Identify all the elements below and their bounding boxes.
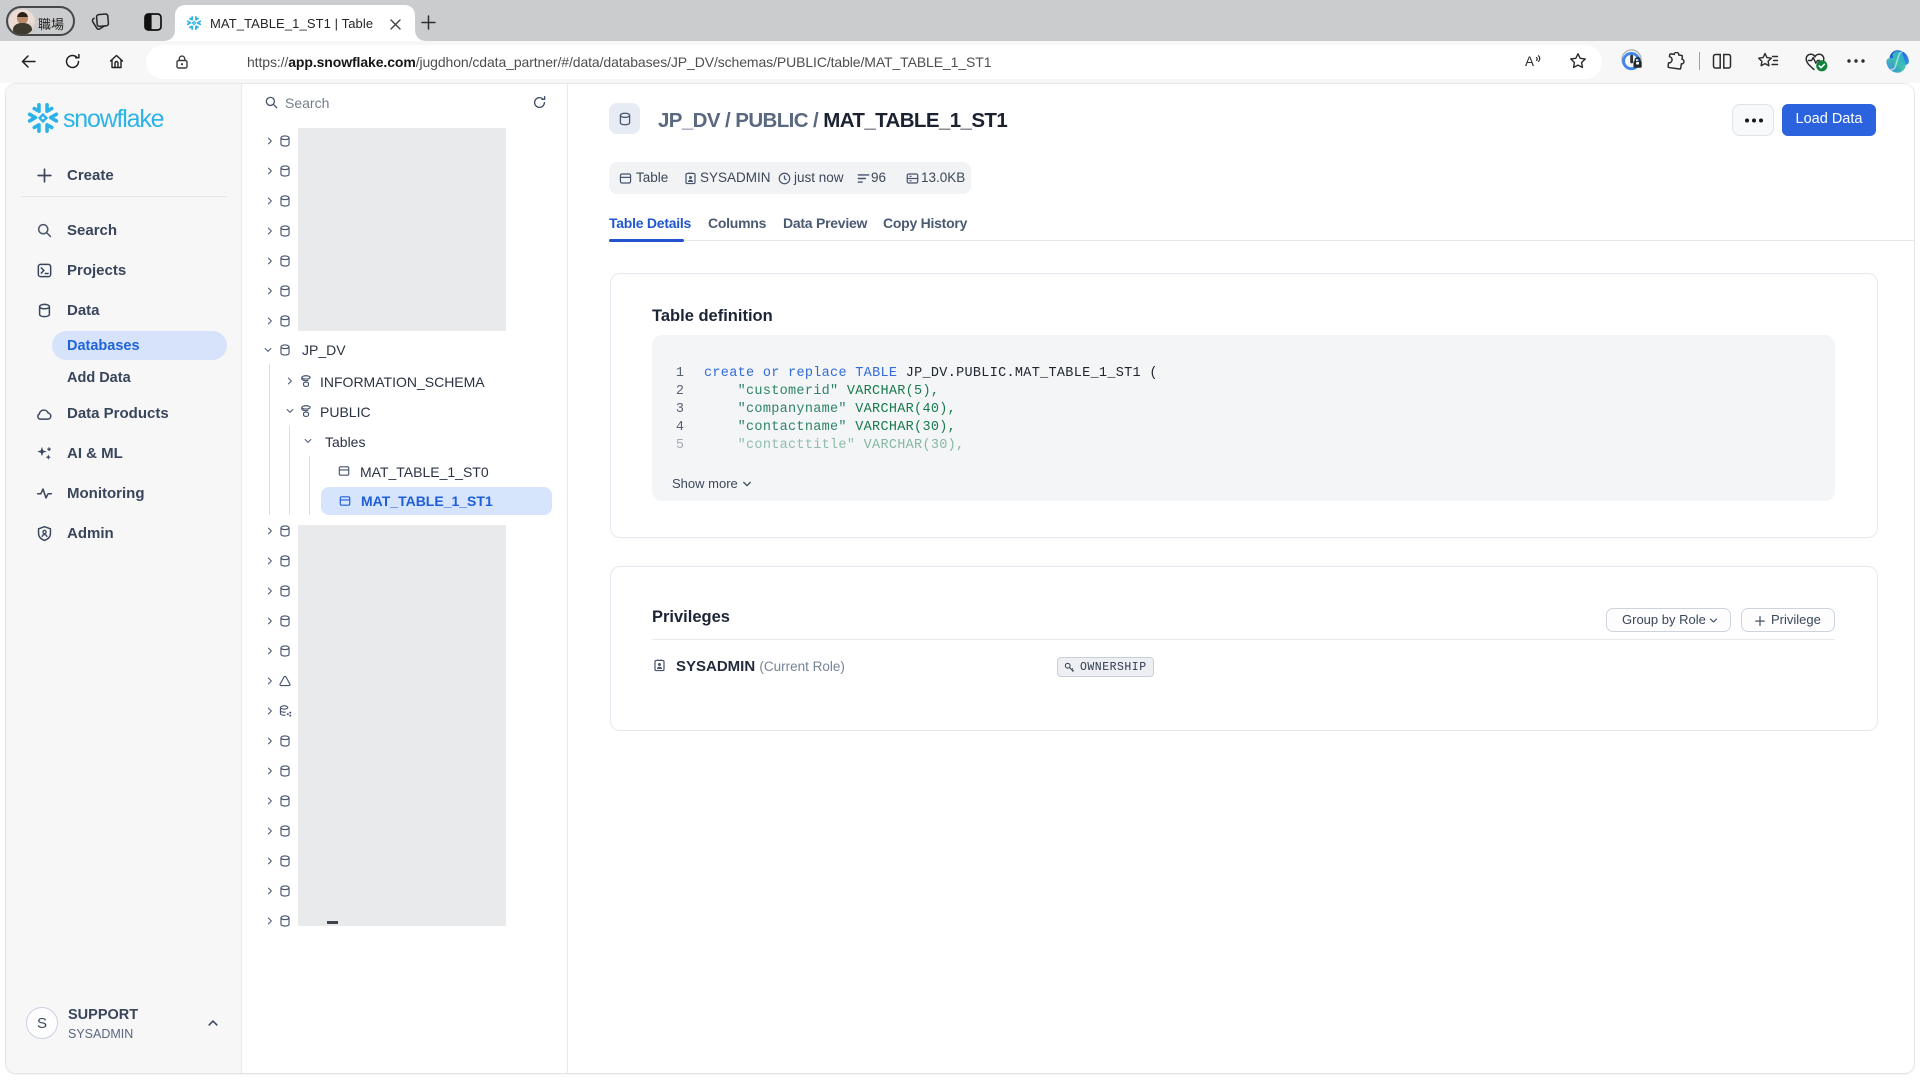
svg-text:A: A — [1525, 54, 1534, 69]
